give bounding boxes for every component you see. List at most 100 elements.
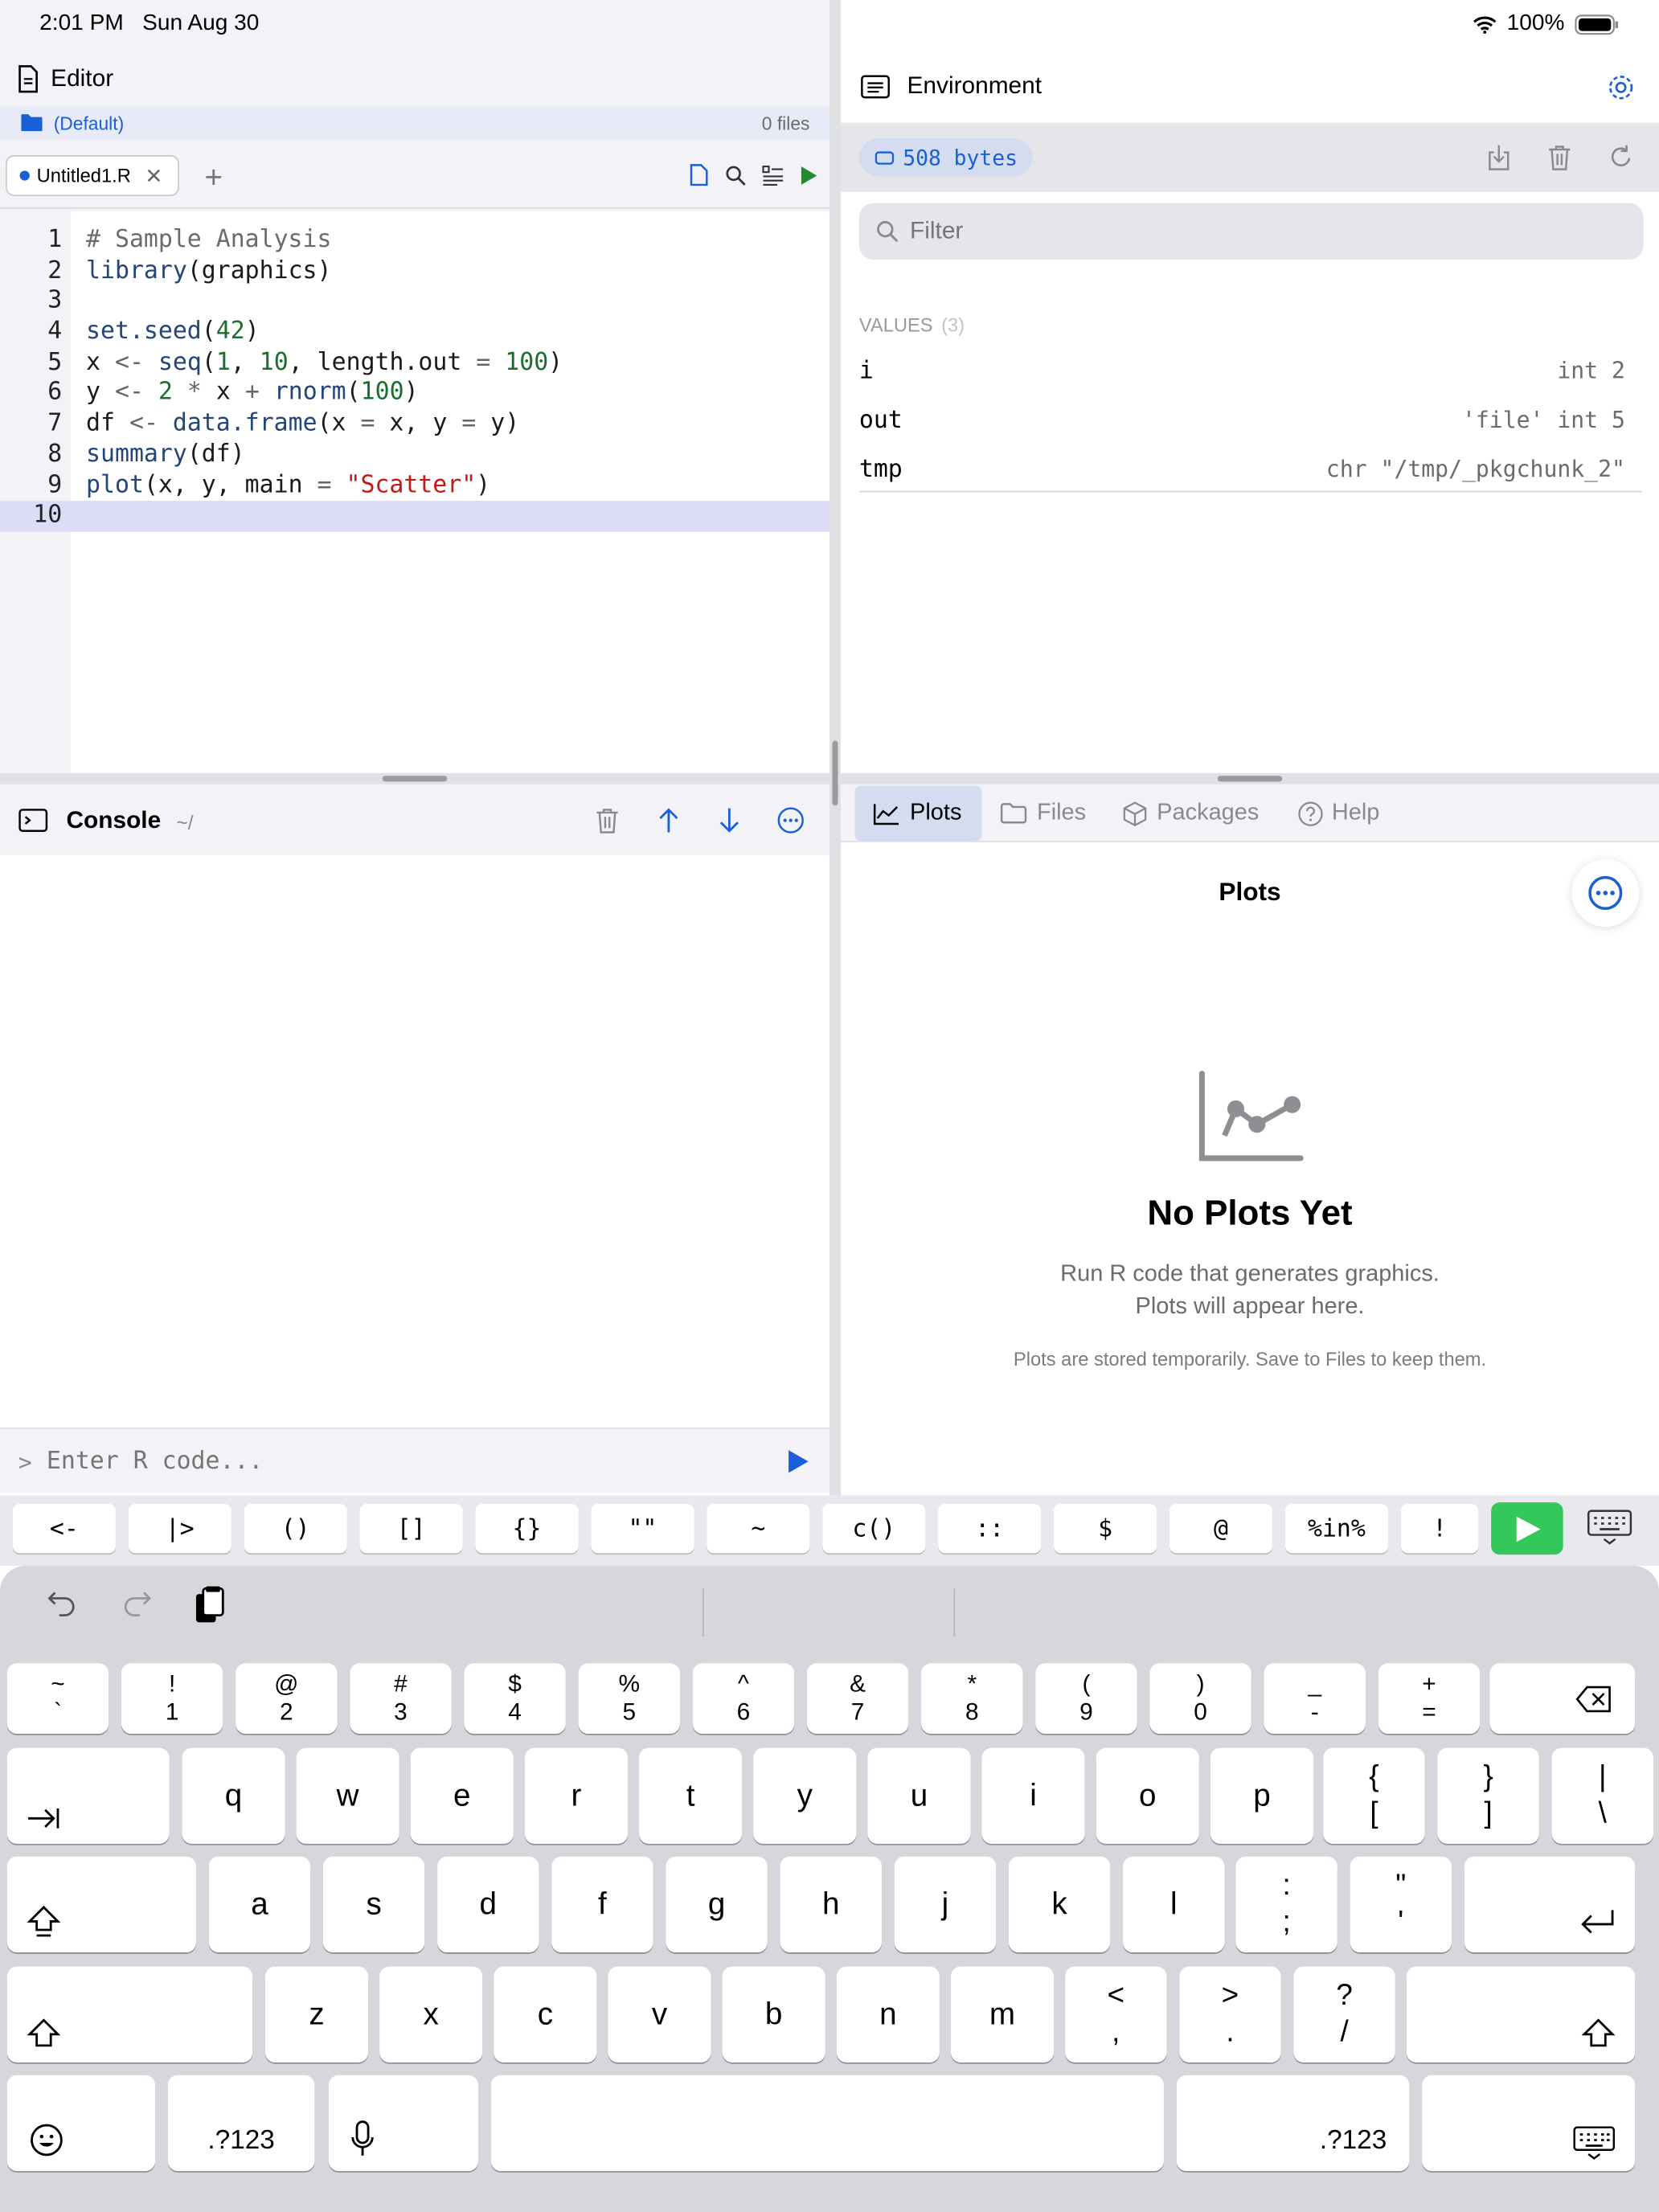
close-tab-icon[interactable]: ✕ (145, 163, 162, 188)
key-q[interactable]: q (182, 1747, 285, 1844)
key-w[interactable]: w (296, 1747, 399, 1844)
key-in-operator[interactable]: %in% (1284, 1503, 1389, 1554)
key-`[interactable]: ~ ` (6, 1663, 109, 1735)
key-m[interactable]: m (950, 1966, 1055, 2062)
variable-row[interactable]: out 'file' int 5 (859, 406, 1642, 440)
tab-key[interactable] (6, 1747, 170, 1844)
search-icon[interactable] (725, 164, 746, 186)
tab-help[interactable]: Help (1298, 786, 1379, 841)
key-z[interactable]: z (264, 1966, 369, 2062)
key-quote[interactable]: " ' (1350, 1856, 1452, 1953)
key-s[interactable]: s (322, 1856, 425, 1953)
key-3[interactable]: #3 (350, 1663, 452, 1735)
key-dollar[interactable]: $ (1054, 1503, 1157, 1554)
key-0[interactable]: ) 0 (1149, 1663, 1251, 1735)
key-p[interactable]: p (1210, 1747, 1313, 1844)
key-7[interactable]: & 7 (806, 1663, 909, 1735)
key-5[interactable]: % 5 (578, 1663, 680, 1735)
new-tab-button[interactable]: + (204, 159, 223, 196)
filter-field[interactable] (858, 203, 1644, 260)
tab-packages[interactable]: Packages (1123, 786, 1259, 841)
dictation-key[interactable] (328, 2075, 478, 2172)
redo-icon[interactable] (121, 1588, 153, 1616)
import-icon[interactable] (1487, 144, 1511, 170)
key-not[interactable]: ! (1400, 1503, 1479, 1554)
key-k[interactable]: k (1008, 1856, 1111, 1953)
tab-plots[interactable]: Plots (873, 786, 961, 841)
key-parens[interactable]: () (244, 1503, 347, 1554)
refresh-icon[interactable] (1608, 144, 1634, 170)
variable-row[interactable]: tmp chr "/tmp/_pkgchunk_2" (858, 456, 1642, 493)
key-braces[interactable]: {} (475, 1503, 579, 1554)
trash-icon[interactable] (596, 807, 620, 834)
key-4[interactable]: $4 (464, 1663, 566, 1735)
key-9[interactable]: (9 (1035, 1663, 1137, 1735)
key-t[interactable]: t (639, 1747, 743, 1844)
key-assign[interactable]: <- (12, 1503, 116, 1554)
key-r[interactable]: r (524, 1747, 629, 1844)
undo-icon[interactable] (47, 1588, 78, 1616)
key-e[interactable]: e (410, 1747, 514, 1844)
tab-untitled1[interactable]: Untitled1.R ✕ (6, 155, 179, 196)
key-i[interactable]: i (981, 1747, 1085, 1844)
key-quotes[interactable]: "" (591, 1503, 694, 1554)
more-icon[interactable] (777, 807, 804, 834)
return-key[interactable] (1464, 1856, 1636, 1953)
keyboard-dismiss-key[interactable] (1422, 2075, 1636, 2172)
key-[[interactable]: {[ (1323, 1747, 1425, 1844)
left-shift-key[interactable] (6, 1966, 253, 2062)
numbers-key-right[interactable]: .?123 (1176, 2075, 1410, 2172)
caps-lock-key[interactable] (6, 1856, 196, 1953)
file-icon[interactable] (690, 164, 710, 186)
key-g[interactable]: g (666, 1856, 768, 1953)
filter-input[interactable] (910, 214, 1616, 248)
run-code-button[interactable] (1491, 1502, 1563, 1555)
paste-icon[interactable] (193, 1586, 227, 1625)
key-\[interactable]: | \ (1551, 1747, 1653, 1844)
key-.[interactable]: >. (1179, 1966, 1281, 2062)
key-d[interactable]: d (437, 1856, 539, 1953)
emoji-key[interactable] (6, 2075, 156, 2172)
key-,[interactable]: <, (1065, 1966, 1167, 2062)
key-colon[interactable]: :; (1235, 1856, 1337, 1953)
key-u[interactable]: u (867, 1747, 971, 1844)
project-bar[interactable]: (Default) 0 files (0, 105, 830, 140)
key-j[interactable]: j (894, 1856, 997, 1953)
key-c[interactable]: c (494, 1966, 597, 2062)
key-2[interactable]: @2 (236, 1663, 338, 1735)
console-input[interactable] (46, 1443, 752, 1481)
key-namespace[interactable]: :: (938, 1503, 1042, 1554)
key-l[interactable]: l (1123, 1856, 1225, 1953)
key-y[interactable]: y (753, 1747, 857, 1844)
numbers-key-left[interactable]: .?123 (167, 2075, 315, 2172)
history-down-icon[interactable] (718, 807, 740, 834)
plots-more-button[interactable] (1571, 858, 1640, 928)
key-n[interactable]: n (836, 1966, 940, 2062)
right-shift-key[interactable] (1406, 1966, 1636, 2062)
key-/[interactable]: ? / (1293, 1966, 1395, 2062)
key-h[interactable]: h (780, 1856, 882, 1953)
key-b[interactable]: b (722, 1966, 825, 2062)
hide-keyboard-icon[interactable] (1587, 1509, 1632, 1546)
right-drag-handle[interactable] (1217, 776, 1283, 782)
key-f[interactable]: f (551, 1856, 653, 1953)
key-brackets[interactable]: [] (359, 1503, 463, 1554)
vertical-drag-handle[interactable] (832, 740, 838, 806)
key-c-function[interactable]: c() (822, 1503, 926, 1554)
key-][interactable]: }] (1437, 1747, 1539, 1844)
key-6[interactable]: ^ 6 (692, 1663, 795, 1735)
key-x[interactable]: x (379, 1966, 483, 2062)
clear-environment-icon[interactable] (1547, 144, 1571, 170)
key-v[interactable]: v (608, 1966, 711, 2062)
key-a[interactable]: a (208, 1856, 311, 1953)
format-icon[interactable] (762, 164, 784, 186)
variable-row[interactable]: i int 2 (859, 357, 1642, 391)
send-icon[interactable] (787, 1448, 809, 1474)
tab-files[interactable]: Files (1000, 786, 1086, 841)
run-icon[interactable] (800, 164, 818, 185)
space-key[interactable] (490, 2075, 1164, 2172)
key-=[interactable]: + = (1378, 1663, 1481, 1735)
settings-icon[interactable] (1607, 73, 1635, 101)
left-drag-handle[interactable] (382, 776, 448, 782)
key-tilde[interactable]: ~ (707, 1503, 810, 1554)
